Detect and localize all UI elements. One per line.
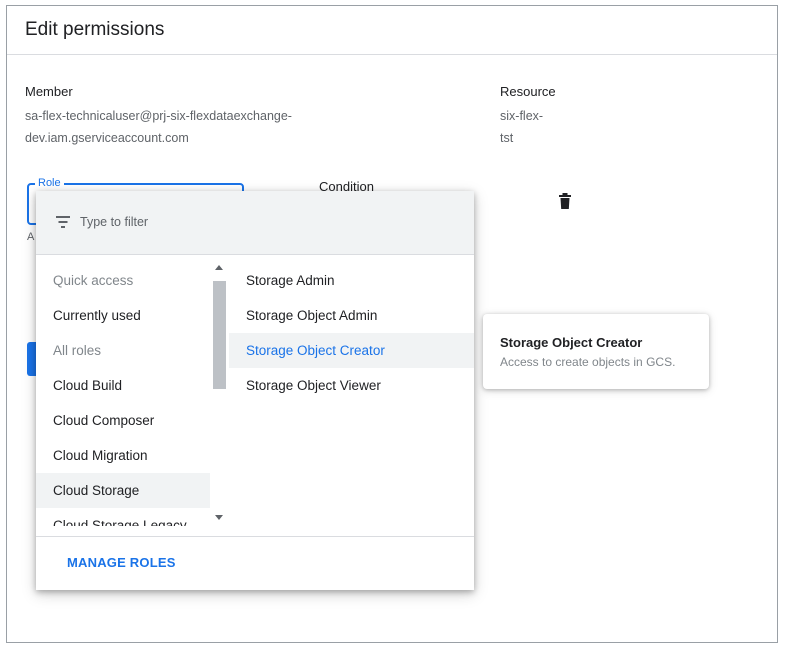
filter-icon	[56, 216, 70, 228]
category-item-cloud-storage-legacy[interactable]: Cloud Storage Legacy	[36, 508, 210, 526]
role-dropdown-panel: Quick access Currently used All roles Cl…	[36, 191, 474, 590]
role-field-label: Role	[35, 177, 64, 189]
resource-label: Resource	[500, 84, 556, 99]
chevron-down-icon[interactable]	[215, 515, 223, 520]
manage-roles-button[interactable]: MANAGE ROLES	[67, 555, 176, 570]
resource-value-line2: tst	[500, 131, 514, 145]
category-item-cloud-storage[interactable]: Cloud Storage	[36, 473, 210, 508]
member-value-line1: sa-flex-technicaluser@prj-six-flexdataex…	[25, 109, 292, 123]
dialog-header: Edit permissions	[7, 6, 777, 55]
filter-input[interactable]	[80, 209, 380, 235]
resource-value-line1: six-flex-	[500, 109, 544, 123]
category-item-cloud-composer[interactable]: Cloud Composer	[36, 403, 210, 438]
role-item-storage-object-admin[interactable]: Storage Object Admin	[229, 298, 474, 333]
category-item-cloud-build[interactable]: Cloud Build	[36, 368, 210, 403]
category-header-all-roles: All roles	[53, 343, 102, 358]
tooltip-title: Storage Object Creator	[500, 335, 643, 350]
role-description-tooltip: Storage Object Creator Access to create …	[483, 314, 709, 389]
filter-bar	[36, 191, 474, 255]
role-item-storage-admin[interactable]: Storage Admin	[229, 263, 474, 298]
role-item-storage-object-creator[interactable]: Storage Object Creator	[229, 333, 474, 368]
category-header-quick-access: Quick access	[53, 273, 134, 288]
member-label: Member	[25, 84, 73, 99]
trash-icon[interactable]	[559, 193, 571, 209]
footer-divider	[36, 536, 474, 537]
scrollbar-thumb[interactable]	[213, 281, 226, 389]
category-scrollbar[interactable]	[210, 263, 229, 526]
chevron-up-icon[interactable]	[215, 265, 223, 270]
role-helper-text: A	[27, 231, 35, 243]
dialog-title: Edit permissions	[25, 19, 165, 40]
category-item-currently-used[interactable]: Currently used	[36, 298, 210, 333]
category-list: Quick access Currently used All roles Cl…	[36, 263, 210, 526]
category-item-cloud-migration[interactable]: Cloud Migration	[36, 438, 210, 473]
role-item-storage-object-viewer[interactable]: Storage Object Viewer	[229, 368, 474, 403]
tooltip-description: Access to create objects in GCS.	[500, 355, 676, 369]
member-value-line2: dev.iam.gserviceaccount.com	[25, 131, 189, 145]
